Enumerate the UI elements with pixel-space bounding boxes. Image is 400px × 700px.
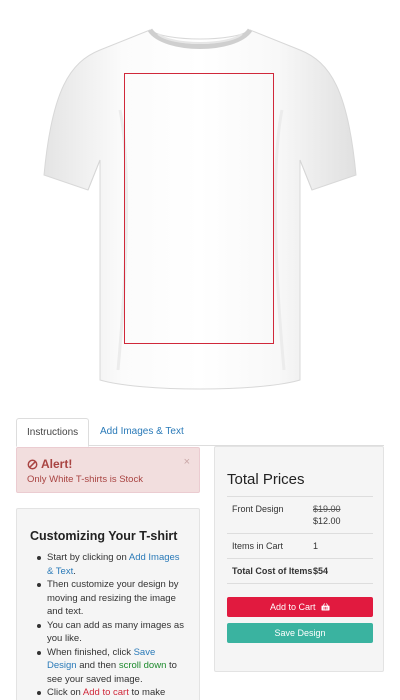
list-item: Start by clicking on Add Images & Text. bbox=[30, 551, 187, 578]
tab-instructions[interactable]: Instructions bbox=[16, 418, 90, 447]
tshirt-preview bbox=[0, 0, 400, 405]
step-text: Click on bbox=[47, 687, 83, 698]
alert-close-button[interactable]: × bbox=[184, 456, 190, 468]
total-cost: $54 bbox=[313, 566, 329, 576]
list-item: When finished, click Save Design and the… bbox=[30, 646, 187, 687]
tab-add-images-text[interactable]: Add Images & Text bbox=[90, 418, 194, 447]
list-item: Click on Add to cart to make bbox=[30, 686, 187, 700]
tab-bar: Instructions Add Images & Text bbox=[16, 418, 384, 447]
add-to-cart-link[interactable]: Add to cart bbox=[83, 687, 129, 698]
save-design-button[interactable]: Save Design bbox=[227, 623, 373, 643]
prices-title: Total Prices bbox=[227, 471, 305, 488]
row-label: Items in Cart bbox=[232, 541, 284, 551]
shopping-basket-icon bbox=[321, 603, 330, 611]
scroll-down-link[interactable]: scroll down bbox=[119, 660, 167, 671]
instructions-list: Start by clicking on Add Images & Text. … bbox=[30, 551, 187, 700]
old-price: $19.00 bbox=[313, 504, 341, 514]
row-label: Total Cost of Items bbox=[232, 566, 313, 576]
alert-message: Only White T-shirts is Stock bbox=[27, 474, 143, 485]
table-row: Total Cost of Items $54 bbox=[227, 559, 373, 584]
step-text: When finished, click bbox=[47, 646, 134, 658]
row-label: Front Design bbox=[232, 504, 284, 514]
step-text: . bbox=[73, 565, 76, 577]
prices-table: Front Design $19.00 $12.00 Items in Cart… bbox=[227, 496, 373, 584]
list-item: You can add as many images as you like. bbox=[30, 619, 187, 646]
step-text: to make bbox=[128, 687, 166, 698]
alert-title-row: Alert! bbox=[27, 457, 189, 471]
instructions-title: Customizing Your T-shirt bbox=[30, 529, 178, 543]
ban-icon bbox=[27, 459, 38, 469]
step-text: and then bbox=[76, 660, 119, 671]
row-value: $19.00 $12.00 bbox=[313, 503, 373, 527]
items-count: 1 bbox=[313, 541, 319, 551]
current-price: $12.00 bbox=[313, 516, 341, 526]
table-row: Front Design $19.00 $12.00 bbox=[227, 497, 373, 534]
design-print-area[interactable] bbox=[124, 73, 274, 344]
stock-alert: Alert! Only White T-shirts is Stock × bbox=[16, 447, 200, 493]
instructions-panel: Customizing Your T-shirt Start by clicki… bbox=[16, 508, 200, 700]
step-text: Start by clicking on bbox=[47, 552, 129, 563]
alert-title: Alert! bbox=[41, 457, 73, 471]
table-row: Items in Cart 1 bbox=[227, 534, 373, 559]
total-prices-panel: Total Prices Front Design $19.00 $12.00 … bbox=[214, 446, 384, 672]
list-item: Then customize your design by moving and… bbox=[30, 578, 187, 619]
add-to-cart-label: Add to Cart bbox=[269, 602, 316, 612]
add-to-cart-button[interactable]: Add to Cart bbox=[227, 597, 373, 617]
